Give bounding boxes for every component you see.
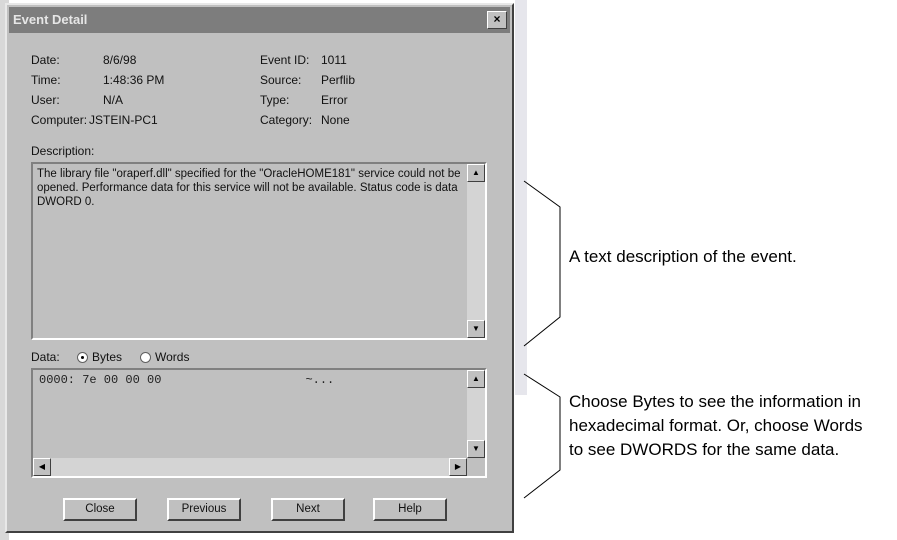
description-bracket bbox=[523, 180, 561, 347]
description-callout-text: A text description of the event. bbox=[569, 247, 797, 266]
data-bracket bbox=[523, 373, 561, 499]
data-callout-text: Choose Bytes to see the information in h… bbox=[569, 392, 863, 459]
